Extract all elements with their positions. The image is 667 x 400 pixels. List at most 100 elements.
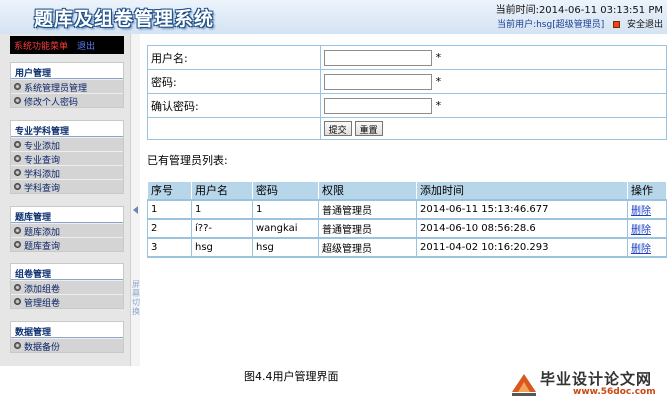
sidebar-item-admin-management[interactable]: 系统管理员管理 [11,79,123,94]
form-row-confirm: 确认密码: * [147,93,667,118]
watermark-url: www.56doc.com [573,387,656,397]
buttons-cell: 提交 重置 [319,117,667,140]
table-row: 3 hsg hsg 超级管理员 2011-04-02 10:16:20.293 … [147,236,667,258]
table-header-row: 序号 用户名 密码 权限 添加时间 操作 [147,181,667,200]
sidebar-item-query-subject[interactable]: 学科查询 [11,179,123,194]
cell-role: 超级管理员 [318,236,417,258]
col-header: 用户名 [191,181,253,200]
sidebar-splitter[interactable]: 屏幕切换 [130,34,140,366]
required-mark: * [435,99,442,112]
watermark-title: 毕业设计论文网 [540,370,653,388]
username-label: 用户名: [147,45,321,70]
screen-switch-label[interactable]: 屏幕切换 [132,280,140,316]
password-input[interactable] [323,73,432,90]
username-input[interactable] [323,49,432,66]
bullet-icon [14,169,21,176]
group-data-management: 数据管理 数据备份 [10,321,124,353]
cell-role: 普通管理员 [318,217,417,238]
cell-username: í??- [191,217,253,238]
delete-link[interactable]: 删除 [631,225,651,236]
table-row: 2 í??- wangkai 普通管理员 2014-06-10 08:56:28… [147,217,667,238]
add-admin-form: 用户名: * 密码: * 确认密码: * 提交 重置 [147,45,667,140]
required-mark: * [435,75,442,88]
group-title: 用户管理 [11,63,123,79]
delete-link[interactable]: 删除 [631,244,651,255]
cell-action: 删除 [627,217,667,238]
bullet-icon [14,227,21,234]
cell-id: 1 [147,198,192,219]
delete-link[interactable]: 删除 [631,206,651,217]
sidebar-item-change-password[interactable]: 修改个人密码 [11,93,123,108]
sidebar-item-query-question[interactable]: 题库查询 [11,237,123,252]
admin-table: 序号 用户名 密码 权限 添加时间 操作 1 1 1 普通管理员 2014-06… [147,181,667,258]
group-subject-management: 专业学科管理 专业添加 专业查询 学科添加 学科查询 [10,120,124,194]
group-user-management: 用户管理 系统管理员管理 修改个人密码 [10,62,124,108]
figure-caption: 图4.4用户管理界面 [244,370,339,383]
bullet-icon [14,155,21,162]
sidebar-item-add-major[interactable]: 专业添加 [11,137,123,152]
logout-icon[interactable] [613,21,621,28]
watermark: 毕业设计论文网 www.56doc.com [510,366,667,400]
sidebar-item-query-major[interactable]: 专业查询 [11,151,123,166]
sidebar-menu-header: 系统功能菜单 退出 [10,36,124,54]
sidebar-item-add-subject[interactable]: 学科添加 [11,165,123,180]
confirm-cell: * [319,93,667,118]
exit-link[interactable]: 退出 [77,42,95,52]
watermark-logo-icon [512,374,536,396]
current-datetime: 当前时间:2014-06-11 03:13:51 PM [495,5,663,16]
header-bar: 题库及组卷管理系统 当前时间:2014-06-11 03:13:51 PM 当前… [0,0,667,34]
collapse-arrow-icon[interactable] [133,206,138,214]
cell-username: hsg [191,236,253,258]
app-title: 题库及组卷管理系统 [34,8,215,30]
cell-password: wangkai [252,217,319,238]
bullet-icon [14,298,21,305]
cell-id: 3 [147,236,192,258]
sidebar-item-add-question[interactable]: 题库添加 [11,223,123,238]
cell-role: 普通管理员 [318,198,417,219]
bullet-icon [14,241,21,248]
password-label: 密码: [147,69,321,94]
form-row-buttons: 提交 重置 [147,117,667,140]
sidebar-item-label: 题库查询 [24,242,61,252]
sidebar-item-label: 学科查询 [24,184,61,194]
bullet-icon [14,83,21,90]
logout-link[interactable]: 安全退出 [627,20,663,30]
group-paper-management: 组卷管理 添加组卷 管理组卷 [10,263,124,309]
password-cell: * [319,69,667,94]
bullet-icon [14,97,21,104]
bullet-icon [14,342,21,349]
col-header: 权限 [318,181,417,200]
username-cell: * [319,45,667,70]
group-title: 组卷管理 [11,264,123,280]
empty-cell [147,117,321,140]
sidebar-item-manage-paper[interactable]: 管理组卷 [11,294,123,309]
group-title: 专业学科管理 [11,121,123,137]
sidebar-item-label: 管理组卷 [24,299,61,309]
sidebar: 系统功能菜单 退出 用户管理 系统管理员管理 修改个人密码 专业学科管理 专业添加… [0,34,130,366]
cell-added-time: 2011-04-02 10:16:20.293 [416,236,628,258]
reset-button[interactable]: 重置 [354,121,383,136]
sidebar-item-label: 修改个人密码 [24,98,79,108]
current-user-label: 当前用户:hsg[超级管理员] [497,20,605,30]
group-question-bank: 题库管理 题库添加 题库查询 [10,206,124,252]
confirm-password-input[interactable] [323,97,432,114]
user-info: 当前用户:hsg[超级管理员] 安全退出 [497,17,663,30]
cell-action: 删除 [627,236,667,258]
cell-action: 删除 [627,198,667,219]
submit-button[interactable]: 提交 [323,121,352,136]
form-row-username: 用户名: * [147,45,667,70]
sidebar-item-label: 数据备份 [24,343,61,353]
col-header: 序号 [147,181,192,200]
form-row-password: 密码: * [147,69,667,94]
sidebar-item-add-paper[interactable]: 添加组卷 [11,280,123,295]
bullet-icon [14,141,21,148]
cell-added-time: 2014-06-10 08:56:28.6 [416,217,628,238]
sidebar-item-data-backup[interactable]: 数据备份 [11,338,123,353]
table-row: 1 1 1 普通管理员 2014-06-11 15:13:46.677 删除 [147,198,667,219]
admin-list-title: 已有管理员列表: [147,154,228,167]
cell-password: hsg [252,236,319,258]
cell-password: 1 [252,198,319,219]
group-title: 题库管理 [11,207,123,223]
cell-added-time: 2014-06-11 15:13:46.677 [416,198,628,219]
group-title: 数据管理 [11,322,123,338]
